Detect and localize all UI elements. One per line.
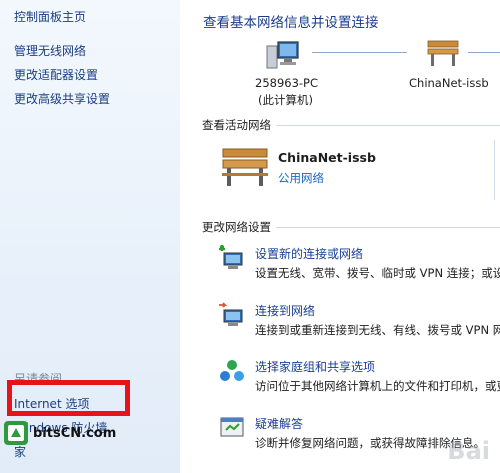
left-navigation-pane: 控制面板主页 管理无线网络 更改适配器设置 更改高级共享设置 另请参阅 Inte… (0, 0, 180, 473)
connection-line-right (468, 52, 500, 53)
main-pane: 查看基本网络信息并设置连接 258963-PC (此计算机) ChinaNet-… (180, 0, 500, 473)
bitscn-logo-icon (4, 421, 28, 445)
bench-icon (427, 40, 459, 66)
vertical-divider (494, 140, 495, 200)
computer-icon (266, 41, 299, 69)
watermark: Bai (447, 437, 490, 465)
new-connection-icon (219, 245, 243, 269)
connect-network-desc: 连接到或重新连接到无线、有线、拨号或 VPN 网络 (255, 323, 500, 337)
highlight-box (7, 380, 130, 416)
connect-network-link[interactable]: 连接到网络 (255, 302, 315, 319)
manage-wireless-link[interactable]: 管理无线网络 (14, 42, 86, 59)
control-panel-home-link[interactable]: 控制面板主页 (14, 8, 86, 25)
network-type-link[interactable]: 公用网络 (278, 170, 324, 186)
network-name-label: ChinaNet-issb (409, 76, 489, 90)
setup-connection-link[interactable]: 设置新的连接或网络 (255, 245, 363, 262)
public-network-bench-icon (222, 148, 268, 186)
setup-connection-desc: 设置无线、宽带、拨号、临时或 VPN 连接；或设 (255, 266, 500, 280)
section-divider (276, 125, 500, 126)
computer-name: 258963-PC (255, 76, 319, 90)
homegroup-link[interactable]: 选择家庭组和共享选项 (255, 358, 375, 375)
computer-subtitle: (此计算机) (258, 93, 313, 107)
active-networks-heading: 查看活动网络 (202, 118, 271, 132)
homegroup-icon (220, 360, 244, 381)
active-network-name: ChinaNet-issb (278, 150, 376, 165)
troubleshoot-icon (220, 417, 244, 437)
connect-network-icon (219, 302, 243, 326)
page-title: 查看基本网络信息并设置连接 (203, 15, 379, 31)
advanced-sharing-link[interactable]: 更改高级共享设置 (14, 90, 110, 107)
homegroup-desc: 访问位于其他网络计算机上的文件和打印机，或更 (255, 379, 500, 393)
change-settings-heading: 更改网络设置 (202, 220, 271, 234)
change-adapter-link[interactable]: 更改适配器设置 (14, 66, 98, 83)
bitscn-logo-text: bitsCN.com (33, 426, 117, 441)
section-divider-2 (276, 227, 500, 228)
connection-line (312, 52, 407, 53)
troubleshoot-link[interactable]: 疑难解答 (255, 415, 303, 432)
